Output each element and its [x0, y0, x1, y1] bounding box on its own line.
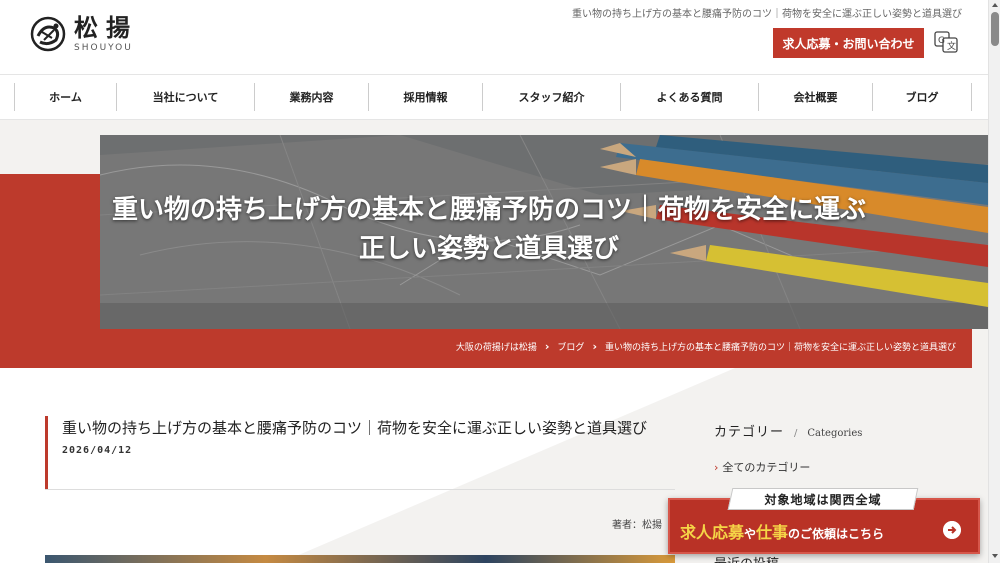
- hero-image: 重い物の持ち上げ方の基本と腰痛予防のコツ｜荷物を安全に運ぶ正しい姿勢と道具選び: [100, 135, 988, 329]
- sidebar-latest-heading: 最近の投稿: [714, 553, 779, 563]
- article-header: 重い物の持ち上げ方の基本と腰痛予防のコツ｜荷物を安全に運ぶ正しい姿勢と道具選び …: [45, 416, 675, 489]
- pine-logo-icon: [30, 16, 66, 51]
- banner-cta-text: 求人応募 や 仕事 のご依頼はこちら: [680, 519, 884, 543]
- sidebar-heading-ja: カテゴリー: [714, 425, 785, 440]
- nav-item-staff[interactable]: スタッフ紹介: [482, 83, 620, 111]
- nav-item-faq[interactable]: よくある質問: [620, 83, 758, 111]
- scroll-up-arrow-icon[interactable]: [992, 3, 998, 7]
- article-divider: [45, 489, 675, 490]
- sidebar-categories-heading: カテゴリー / Categories: [714, 421, 862, 440]
- breadcrumb-current: 重い物の持ち上げ方の基本と腰痛予防のコツ｜荷物を安全に運ぶ正しい姿勢と道具選び: [604, 343, 956, 353]
- nav-item-home[interactable]: ホーム: [14, 83, 116, 111]
- translate-icon[interactable]: G 文: [934, 31, 958, 53]
- sidebar-item-all-categories[interactable]: › 全てのカテゴリー: [714, 459, 810, 475]
- site-logo[interactable]: 松揚 SHOUYOU: [30, 14, 138, 53]
- chevron-right-icon: ›: [592, 340, 597, 353]
- recruit-contact-button[interactable]: 求人応募・お問い合わせ: [773, 28, 924, 58]
- recruit-floating-banner[interactable]: 対象地域は関西全域 求人応募 や 仕事 のご依頼はこちら: [668, 488, 980, 554]
- svg-text:文: 文: [947, 40, 956, 52]
- page-scrollbar[interactable]: [988, 0, 1000, 563]
- sidebar-heading-separator: /: [794, 428, 798, 439]
- banner-text-request: のご依頼はこちら: [788, 527, 885, 541]
- chevron-right-icon: ›: [544, 340, 550, 353]
- site-header: 松揚 SHOUYOU 重い物の持ち上げ方の基本と腰痛予防のコツ｜荷物を安全に運ぶ…: [0, 0, 988, 74]
- article-author: 著者：松揚: [612, 520, 662, 531]
- chevron-right-icon: ›: [714, 461, 719, 474]
- nav-item-company[interactable]: 会社概要: [758, 83, 872, 111]
- article-featured-image: [45, 555, 675, 563]
- breadcrumb-blog-link[interactable]: ブログ: [557, 340, 584, 353]
- banner-text-recruit: 求人応募: [680, 523, 745, 542]
- banner-text-job: 仕事: [756, 523, 789, 542]
- scroll-thumb[interactable]: [991, 12, 999, 46]
- header-page-title: 重い物の持ち上げ方の基本と腰痛予防のコツ｜荷物を安全に運ぶ正しい姿勢と道具選び: [572, 9, 962, 20]
- nav-item-about[interactable]: 当社について: [116, 83, 254, 111]
- breadcrumb-home-link[interactable]: 大阪の荷揚げは松揚: [456, 340, 537, 353]
- sidebar-heading-en: Categories: [807, 428, 863, 439]
- article-title: 重い物の持ち上げ方の基本と腰痛予防のコツ｜荷物を安全に運ぶ正しい姿勢と道具選び: [62, 419, 648, 437]
- arrow-right-circle-icon: [943, 521, 961, 539]
- nav-item-services[interactable]: 業務内容: [254, 83, 368, 111]
- global-nav: ホーム 当社について 業務内容 採用情報 スタッフ紹介 よくある質問 会社概要 …: [0, 74, 988, 120]
- scroll-down-arrow-icon[interactable]: [992, 554, 998, 558]
- logo-subtitle: SHOUYOU: [74, 43, 133, 53]
- banner-text-or: や: [744, 527, 757, 541]
- logo-name: 松揚: [74, 13, 138, 42]
- sidebar-item-label: 全てのカテゴリー: [722, 461, 811, 474]
- banner-area-label: 対象地域は関西全域: [764, 492, 882, 507]
- breadcrumb: 大阪の荷揚げは松揚 › ブログ › 重い物の持ち上げ方の基本と腰痛予防のコツ｜荷…: [456, 340, 956, 353]
- nav-item-blog[interactable]: ブログ: [872, 83, 972, 111]
- article-date: 2026/04/12: [62, 445, 133, 456]
- svg-text:G: G: [938, 36, 945, 46]
- nav-item-recruit[interactable]: 採用情報: [368, 83, 482, 111]
- hero-title: 重い物の持ち上げ方の基本と腰痛予防のコツ｜荷物を安全に運ぶ正しい姿勢と道具選び: [111, 195, 866, 264]
